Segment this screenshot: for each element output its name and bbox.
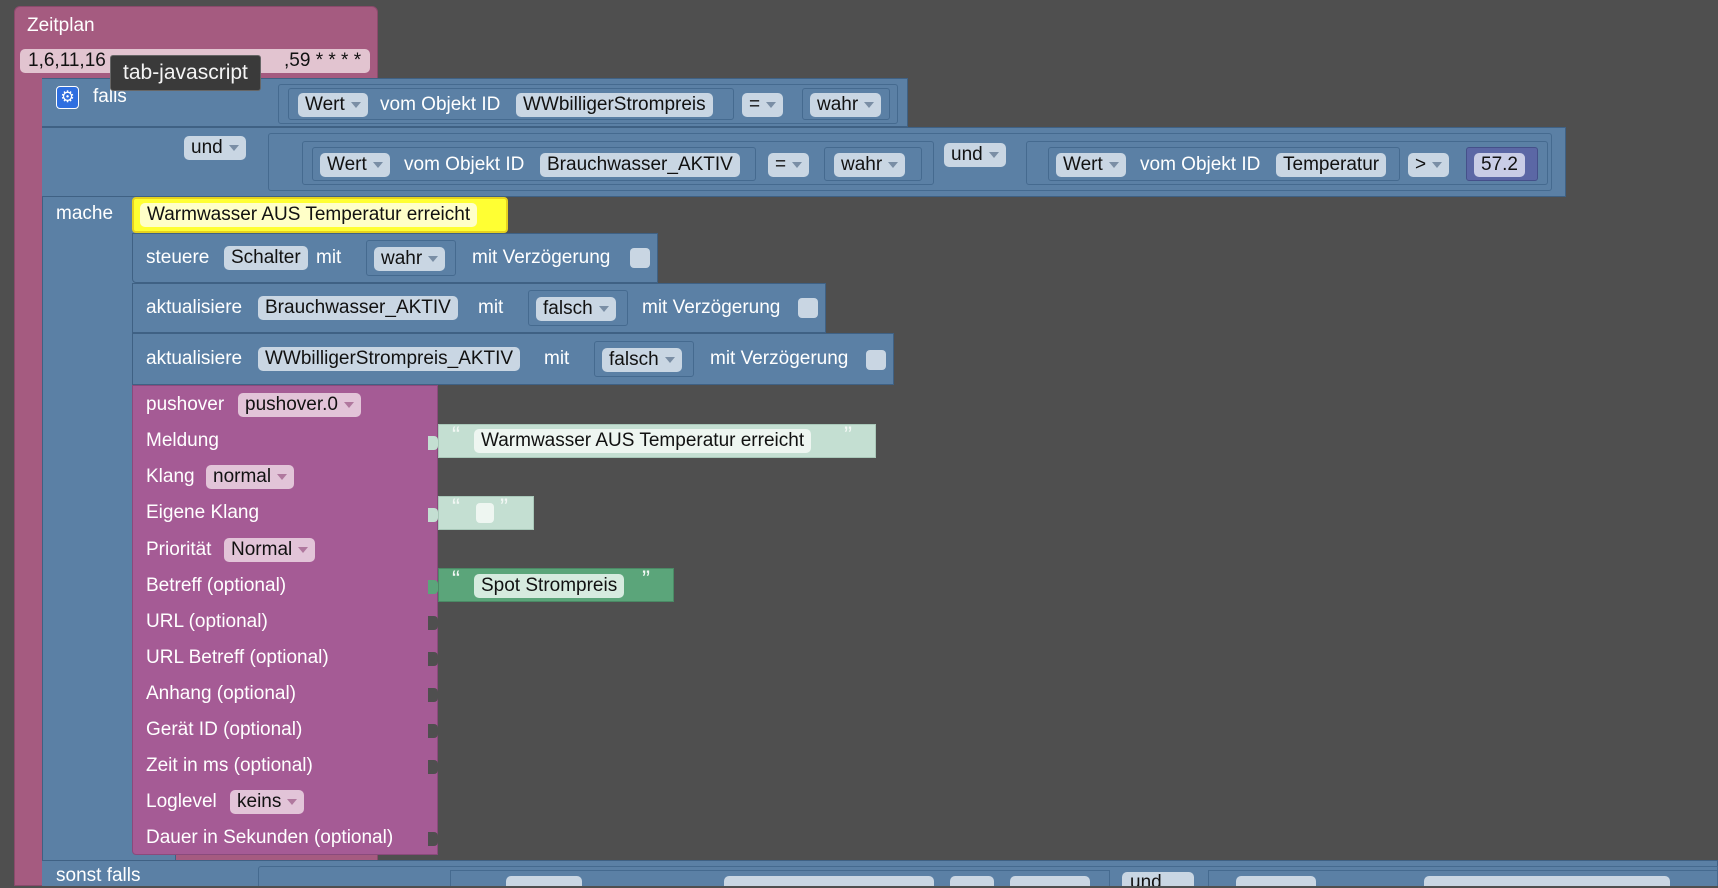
update-delay-checkbox-1[interactable] [798,298,818,318]
pushover-sound-label: Klang [146,466,195,487]
pushover-attachment-label: Anhang (optional) [146,683,296,704]
pushover-subject-label: Betreff (optional) [146,575,287,596]
else-if-field[interactable] [1010,876,1090,886]
control-with-label: mit [316,247,342,268]
schedule-label: Zeitplan [27,15,95,36]
update-delay-label-2: mit Verzögerung [710,348,849,369]
message-text-field[interactable]: Warmwasser AUS Temperatur erreicht [474,429,812,453]
input-connector [428,724,438,738]
pushover-sound-dropdown[interactable]: normal [206,465,295,489]
object-id-field-3[interactable]: Temperatur [1276,153,1387,177]
number-field[interactable]: 57.2 [1474,153,1525,177]
subject-text-field[interactable]: Spot Strompreis [474,574,625,598]
pushover-priority-label: Priorität [146,539,212,560]
pushover-url-subject-label: URL Betreff (optional) [146,647,329,668]
bool-dropdown-1[interactable]: wahr [810,93,882,117]
update-with-label-2: mit [544,348,570,369]
control-label: steuere [146,247,210,268]
comment-field[interactable]: Warmwasser AUS Temperatur erreicht [140,203,478,227]
else-if-field[interactable] [950,876,994,886]
input-connector [428,436,438,450]
pushover-time-label: Zeit in ms (optional) [146,755,313,776]
update-label-2: aktualisiere [146,348,243,369]
update-target-field-1[interactable]: Brauchwasser_AKTIV [258,296,458,320]
update-label-1: aktualisiere [146,297,243,318]
input-connector [428,508,438,522]
logic-and-dropdown-inner[interactable]: und [944,143,1006,167]
quote-open-icon: “ [452,422,460,449]
operator-dropdown-2[interactable]: = [768,153,810,177]
pushover-url-label: URL (optional) [146,611,268,632]
value-type-dropdown-2[interactable]: Wert [320,153,390,177]
pushover-priority-dropdown[interactable]: Normal [224,538,316,562]
operator-dropdown-3[interactable]: > [1408,153,1450,177]
input-connector [428,760,438,774]
quote-close-icon: ” [500,494,508,521]
else-if-and-dropdown[interactable]: und [1122,872,1194,886]
object-id-field-1[interactable]: WWbilligerStrompreis [516,93,713,117]
custom-sound-text-field[interactable] [476,503,494,523]
control-value-dropdown[interactable]: wahr [374,247,446,271]
quote-close-icon: ” [642,566,650,593]
else-if-field[interactable] [724,876,934,886]
pushover-message-label: Meldung [146,430,219,451]
pushover-label: pushover [146,394,225,415]
bool-dropdown-2[interactable]: wahr [834,153,906,177]
pushover-custom-sound-label: Eigene Klang [146,502,260,523]
control-delay-checkbox[interactable] [630,248,650,268]
pushover-loglevel-label: Loglevel [146,791,217,812]
input-connector [428,580,438,594]
do-label: mache [56,203,114,224]
else-if-field[interactable] [1236,876,1316,886]
input-connector [428,616,438,630]
quote-close-icon: ” [844,422,852,449]
update-value-dropdown-2[interactable]: falsch [602,348,682,372]
quote-open-icon: “ [452,566,460,593]
tooltip: tab-javascript [110,55,261,91]
else-if-field[interactable] [1424,876,1670,886]
update-value-dropdown-1[interactable]: falsch [536,297,616,321]
input-connector [428,832,438,846]
value-type-dropdown-1[interactable]: Wert [298,93,368,117]
gear-icon[interactable]: ⚙ [56,86,79,109]
from-object-label-1: vom Objekt ID [380,94,501,115]
quote-open-icon: “ [452,494,460,521]
pushover-loglevel-dropdown[interactable]: keins [230,790,305,814]
else-if-label: sonst falls [56,865,141,886]
update-target-field-2[interactable]: WWbilligerStrompreis_AKTIV [258,347,521,371]
object-id-field-2[interactable]: Brauchwasser_AKTIV [540,153,740,177]
pushover-instance-dropdown[interactable]: pushover.0 [238,393,361,417]
update-with-label-1: mit [478,297,504,318]
update-delay-label-1: mit Verzögerung [642,297,781,318]
control-target-field[interactable]: Schalter [224,246,308,270]
control-delay-label: mit Verzögerung [472,247,611,268]
operator-dropdown-1[interactable]: = [742,93,784,117]
tooltip-text: tab-javascript [123,61,248,84]
input-connector [428,688,438,702]
from-object-label-2: vom Objekt ID [404,154,525,175]
pushover-device-label: Gerät ID (optional) [146,719,303,740]
value-type-dropdown-3[interactable]: Wert [1056,153,1126,177]
from-object-label-3: vom Objekt ID [1140,154,1261,175]
update-delay-checkbox-2[interactable] [866,350,886,370]
logic-and-dropdown-outer[interactable]: und [184,136,246,160]
input-connector [428,652,438,666]
pushover-duration-label: Dauer in Sekunden (optional) [146,827,394,848]
else-if-field[interactable] [506,876,582,886]
